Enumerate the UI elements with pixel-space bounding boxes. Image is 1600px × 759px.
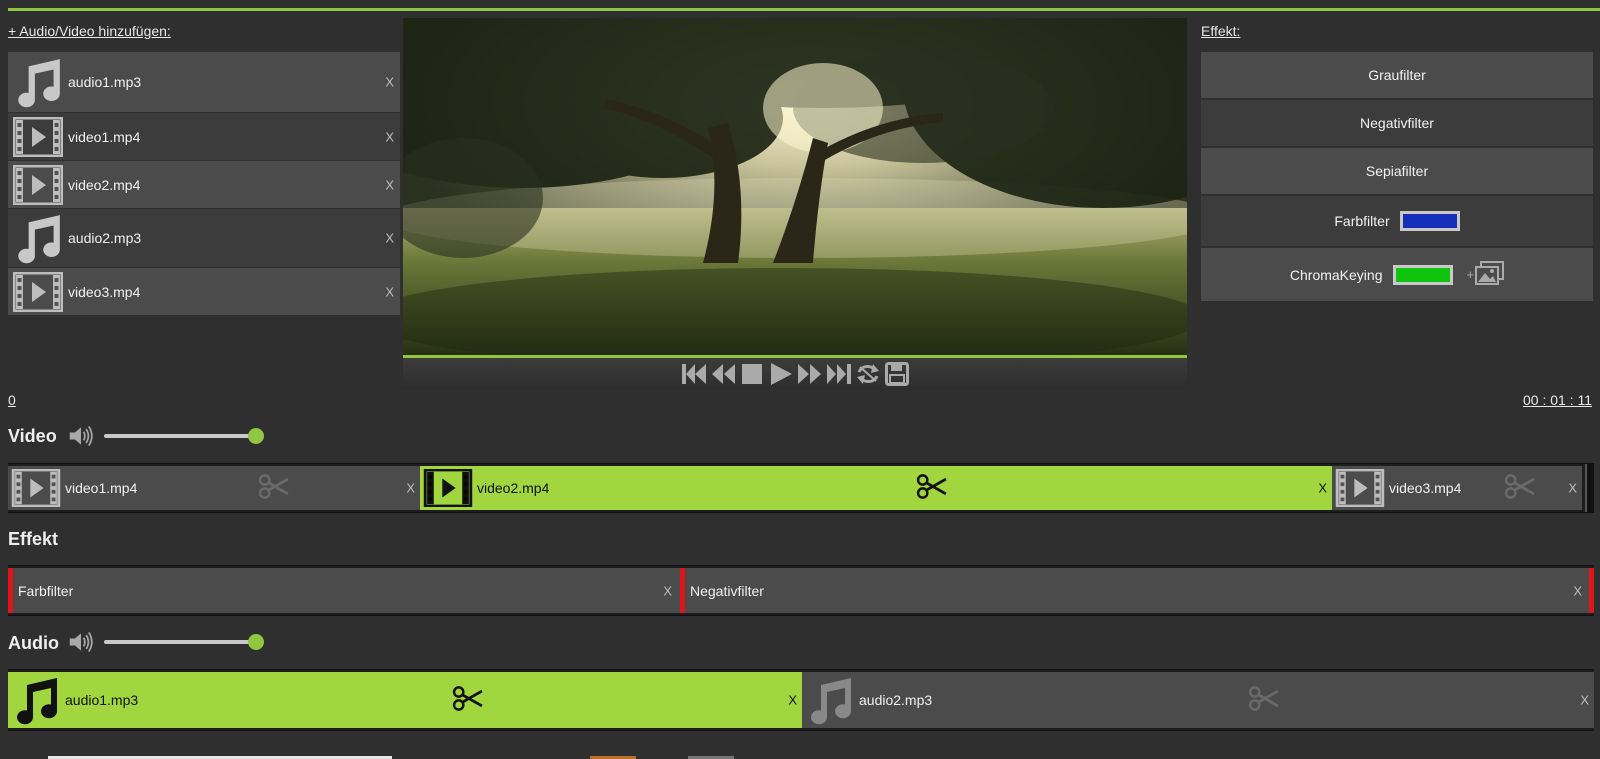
clip-name: video2.mp4 [477,480,550,496]
speaker-icon[interactable] [68,424,94,451]
media-item-name: video2.mp4 [68,176,141,193]
scissors-icon[interactable] [258,474,290,503]
speaker-icon[interactable] [68,630,94,657]
scissors-icon[interactable] [1504,474,1536,503]
audio-track: audio1.mp3 X audio2.mp3 X [8,669,1594,731]
track-end-handle[interactable] [1585,464,1594,512]
add-media-link[interactable]: + Audio/Video hinzufügen: [8,23,171,39]
film-strip-icon [12,115,64,159]
media-item-name: video1.mp4 [68,128,141,145]
audio-clip-audio2[interactable]: audio2.mp3 X [802,672,1594,728]
effect-clip-start-marker[interactable] [680,568,685,613]
save-icon[interactable] [883,361,910,388]
audio-clip-audio1[interactable]: audio1.mp3 X [8,672,802,728]
remove-media-button[interactable]: X [385,177,394,192]
color-filter-swatch[interactable] [1399,211,1460,231]
remove-clip-button[interactable]: X [406,481,415,496]
player-controls [403,358,1187,390]
media-item-name: video3.mp4 [68,283,141,300]
fast-forward-icon[interactable] [796,361,823,388]
video-volume-slider[interactable] [104,434,256,438]
skip-to-end-icon[interactable] [825,361,852,388]
media-list: audio1.mp3 X video1.mp4 X video2.mp4 X a… [8,52,400,316]
chroma-keying-button[interactable]: ChromaKeying + [1201,248,1593,301]
clip-name: audio2.mp3 [859,692,933,708]
effect-clip-end-marker[interactable] [1589,568,1594,613]
remove-effect-button[interactable]: X [1573,583,1582,598]
video-clip-video3[interactable]: video3.mp4 X [1332,466,1582,510]
audio-volume-handle[interactable] [248,634,264,650]
color-filter-button[interactable]: Farbfilter [1201,196,1593,246]
remove-clip-button[interactable]: X [1580,693,1589,708]
effect-track-title: Effekt [8,529,59,549]
video-clip-video2[interactable]: video2.mp4 X [420,466,1332,510]
music-note-icon [11,674,61,726]
negative-filter-button[interactable]: Negativfilter [1201,100,1593,146]
video-preview[interactable] [403,18,1187,355]
video-frame-forest [403,18,1187,355]
media-item-video3[interactable]: video3.mp4 X [8,268,400,315]
film-strip-icon [423,469,473,507]
clip-name: video3.mp4 [1389,480,1462,496]
sepia-filter-label: Sepiafilter [1365,163,1429,179]
remove-media-button[interactable]: X [385,129,394,144]
skip-to-start-icon[interactable] [680,361,707,388]
scissors-icon[interactable] [1248,686,1280,715]
media-item-video1[interactable]: video1.mp4 X [8,113,400,160]
gray-filter-button[interactable]: Graufilter [1201,52,1593,98]
sepia-filter-button[interactable]: Sepiafilter [1201,148,1593,194]
effect-clip-name: Farbfilter [18,582,74,599]
video-track: video1.mp4 X video2.mp4 X video3.mp4 X [8,463,1594,513]
effect-clip-negative-filter[interactable]: Negativfilter X [680,568,1594,613]
media-item-video2[interactable]: video2.mp4 X [8,161,400,208]
remove-clip-button[interactable]: X [1568,481,1577,496]
timeline-end-time: 00 : 01 : 11 [1522,392,1592,408]
media-item-name: audio1.mp3 [68,74,142,90]
gray-filter-label: Graufilter [1368,67,1426,83]
scissors-icon[interactable] [916,474,948,503]
music-note-icon [12,60,64,104]
top-accent-line [8,8,1600,11]
play-icon[interactable] [767,361,794,388]
film-strip-icon [1335,469,1385,507]
loop-icon[interactable] [854,361,881,388]
timeline-start-time: 0 [8,392,16,408]
music-note-icon [12,216,64,260]
stop-icon[interactable] [738,361,765,388]
remove-clip-button[interactable]: X [1318,481,1327,496]
add-image-icon[interactable] [1474,261,1505,288]
media-item-audio1[interactable]: audio1.mp3 X [8,52,400,112]
chroma-key-swatch[interactable] [1392,264,1453,285]
film-strip-icon [11,469,61,507]
effect-clip-name: Negativfilter [690,582,764,599]
film-strip-icon [12,163,64,207]
clip-name: audio1.mp3 [65,692,139,708]
add-image-prefix: + [1466,267,1475,282]
negative-filter-label: Negativfilter [1360,115,1434,131]
music-note-icon [805,674,855,726]
rewind-icon[interactable] [709,361,736,388]
audio-volume-slider[interactable] [104,640,256,644]
effect-clip-color-filter[interactable]: Farbfilter X [8,568,680,613]
remove-media-button[interactable]: X [385,75,394,90]
video-clip-video1[interactable]: video1.mp4 X [8,466,420,510]
remove-effect-button[interactable]: X [663,583,672,598]
film-strip-icon [12,270,64,314]
remove-clip-button[interactable]: X [788,693,797,708]
effect-track: Farbfilter X Negativfilter X [8,565,1594,616]
chroma-keying-label: ChromaKeying [1289,266,1383,283]
audio-track-title: Audio [8,633,59,653]
clip-name: video1.mp4 [65,480,138,496]
media-item-audio2[interactable]: audio2.mp3 X [8,209,400,267]
color-filter-label: Farbfilter [1334,213,1390,229]
video-track-title: Video [8,426,57,446]
scissors-icon[interactable] [452,686,484,715]
effect-panel-title: Effekt: [1201,23,1241,39]
remove-media-button[interactable]: X [385,231,394,246]
media-item-name: audio2.mp3 [68,230,142,246]
video-volume-handle[interactable] [248,428,264,444]
remove-media-button[interactable]: X [385,284,394,299]
effect-clip-start-marker[interactable] [8,568,13,613]
